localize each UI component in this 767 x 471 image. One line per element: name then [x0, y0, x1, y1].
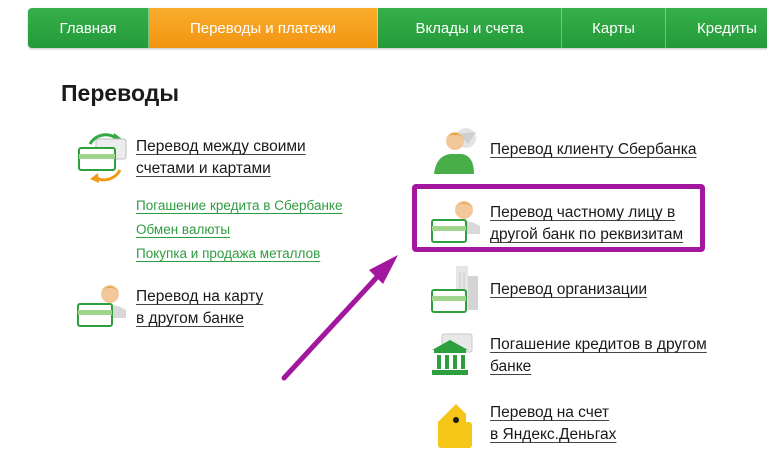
annotation-arrow [281, 255, 398, 381]
